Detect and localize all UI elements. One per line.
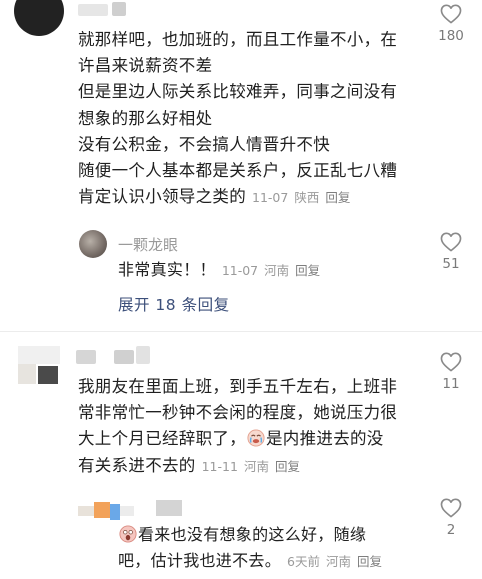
like-count: 2 bbox=[446, 522, 456, 538]
heart-outline-icon[interactable] bbox=[440, 232, 462, 252]
comment-2-author-name-2 bbox=[114, 350, 134, 364]
comment-text-line: 看来也没有想象的这么好，随缘 bbox=[118, 522, 418, 548]
comment-location: 陕西 bbox=[294, 190, 320, 206]
reply-meta: 11-07 河南 回复 bbox=[222, 263, 326, 278]
reply-2-text[interactable]: 看来也没有想象的这么好，随缘 吧，估计我也进不去。 6天前 河南 回复 bbox=[118, 522, 418, 575]
expand-replies-link[interactable]: 展开 18 条回复 bbox=[118, 293, 230, 315]
reply-button[interactable]: 回复 bbox=[275, 459, 300, 474]
scared-face-emoji-icon bbox=[119, 525, 137, 543]
reply-text: 非常真实！！ bbox=[118, 260, 216, 279]
comment-meta: 11-07 陕西 回复 bbox=[252, 190, 356, 205]
reply-2-avatar-and-name[interactable] bbox=[78, 500, 188, 522]
crying-face-emoji-icon bbox=[247, 429, 265, 447]
comment-text-line-last: 吧，估计我也进不去。 6天前 河南 回复 bbox=[118, 548, 418, 575]
heart-outline-icon[interactable] bbox=[440, 498, 462, 518]
comment-text-segment: 看来也没有想象的这么好，随缘 bbox=[138, 525, 367, 544]
heart-outline-icon[interactable] bbox=[440, 4, 462, 24]
comment-text-line: 就那样吧，也加班的，而且工作量不小，在 bbox=[78, 30, 398, 49]
reply-date: 11-07 bbox=[221, 263, 259, 278]
reply-1-author[interactable]: 一颗龙眼 bbox=[118, 234, 178, 255]
comment-text-line: 我朋友在里面上班，到手五千左右，上班非 bbox=[78, 377, 398, 396]
comment-2-author-name[interactable] bbox=[76, 350, 96, 364]
comment-1-avatar[interactable] bbox=[14, 0, 64, 36]
comment-location: 河南 bbox=[243, 458, 269, 474]
reply-button[interactable]: 回复 bbox=[295, 263, 320, 278]
comment-meta: 11-11 河南 回复 bbox=[202, 459, 306, 474]
comment-text-line: 想象的那么好相处 bbox=[78, 108, 213, 128]
comment-2-author-name-3 bbox=[136, 346, 150, 364]
comment-text-line: 随便一个人基本都是关系户，反正乱七八糟 bbox=[78, 161, 398, 181]
comment-text-line-last: 肯定认识小领导之类的 11-07 陕西 回复 bbox=[78, 184, 418, 211]
comment-text-line: 但是里边人际关系比较难弄，同事之间没有 bbox=[78, 82, 398, 102]
comment-text-line: 常非常忙一秒钟不会闲的程度，她说压力很 bbox=[78, 403, 398, 423]
comment-text-line: 许昌来说薪资不差 bbox=[78, 56, 213, 76]
like-count: 180 bbox=[438, 28, 464, 44]
comment-divider bbox=[0, 331, 482, 332]
comment-1-text[interactable]: 就那样吧，也加班的，而且工作量不小，在 许昌来说薪资不差 但是里边人际关系比较难… bbox=[78, 27, 418, 211]
reply-1-text[interactable]: 非常真实！！ 11-07 河南 回复 bbox=[118, 257, 418, 284]
comment-text-segment: 是内推进去的没 bbox=[266, 429, 384, 449]
comment-text-line: 有关系进不去的 bbox=[78, 455, 196, 475]
comment-text-line: 肯定认识小领导之类的 bbox=[78, 187, 246, 207]
reply-date: 6天前 bbox=[287, 554, 320, 570]
comment-text-segment: 大上个月已经辞职了， bbox=[78, 429, 246, 449]
comment-date: 11-11 bbox=[201, 458, 238, 474]
comment-2-like[interactable]: 11 bbox=[431, 352, 471, 392]
comment-text-line: 没有公积金，不会搞人情晋升不快 bbox=[78, 134, 330, 154]
heart-outline-icon[interactable] bbox=[440, 352, 462, 372]
comment-date: 11-07 bbox=[252, 190, 289, 206]
comment-1-like[interactable]: 180 bbox=[431, 4, 471, 44]
reply-2-like[interactable]: 2 bbox=[431, 498, 471, 538]
comment-1-author-name[interactable] bbox=[78, 4, 108, 16]
comment-2-text[interactable]: 我朋友在里面上班，到手五千左右，上班非 常非常忙一秒钟不会闲的程度，她说压力很 … bbox=[78, 374, 423, 480]
reply-button[interactable]: 回复 bbox=[357, 554, 382, 569]
reply-button[interactable]: 回复 bbox=[325, 190, 350, 205]
reply-meta: 6天前 河南 回复 bbox=[287, 554, 388, 569]
comment-1-author-name-2 bbox=[112, 2, 126, 16]
reply-1-avatar[interactable] bbox=[79, 230, 107, 258]
like-count: 51 bbox=[442, 256, 460, 272]
reply-location: 河南 bbox=[264, 263, 290, 278]
like-count: 11 bbox=[442, 376, 460, 392]
comment-text-line: 大上个月已经辞职了， 是内推进去的没 bbox=[78, 426, 423, 452]
reply-1-like[interactable]: 51 bbox=[431, 232, 471, 272]
comment-2-avatar[interactable] bbox=[18, 346, 60, 384]
reply-location: 河南 bbox=[325, 554, 351, 570]
comment-text-line-last: 有关系进不去的 11-11 河南 回复 bbox=[78, 453, 423, 480]
comment-text-line: 吧，估计我也进不去。 bbox=[118, 551, 282, 571]
